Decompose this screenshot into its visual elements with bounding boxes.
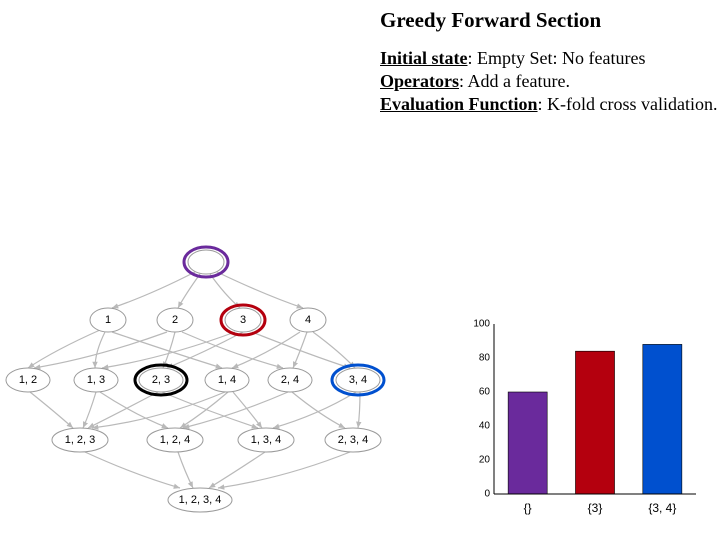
lattice-node-234: 2, 3, 4 bbox=[325, 428, 381, 452]
desc-eval-label: Evaluation Function bbox=[380, 94, 538, 114]
lattice-node-3: 3 bbox=[221, 305, 265, 335]
svg-text:2, 3: 2, 3 bbox=[152, 374, 170, 386]
lattice-diagram: 1 2 3 4 1, 2 1, 3 2, 3 1, 4 2, 4 3, 4 1,… bbox=[0, 240, 420, 520]
svg-text:{3}: {3} bbox=[588, 501, 603, 515]
svg-text:20: 20 bbox=[479, 455, 491, 466]
svg-text:3, 4: 3, 4 bbox=[349, 374, 367, 386]
page-title: Greedy Forward Section bbox=[380, 8, 720, 33]
svg-text:{}: {} bbox=[524, 501, 532, 515]
lattice-node-13: 1, 3 bbox=[74, 368, 118, 392]
lattice-node-4: 4 bbox=[290, 308, 326, 332]
svg-text:3: 3 bbox=[240, 314, 246, 326]
svg-text:100: 100 bbox=[473, 319, 490, 330]
description-block: Initial state: Empty Set: No features Op… bbox=[380, 47, 720, 116]
svg-text:1, 2, 3, 4: 1, 2, 3, 4 bbox=[179, 494, 222, 506]
lattice-node-2: 2 bbox=[157, 308, 193, 332]
lattice-node-23: 2, 3 bbox=[135, 365, 187, 395]
svg-text:4: 4 bbox=[305, 314, 311, 326]
lattice-node-root bbox=[184, 247, 228, 277]
desc-initial-value: : Empty Set: No features bbox=[468, 48, 646, 68]
lattice-node-123: 1, 2, 3 bbox=[52, 428, 108, 452]
svg-text:80: 80 bbox=[479, 353, 491, 364]
lattice-node-134: 1, 3, 4 bbox=[238, 428, 294, 452]
svg-text:2: 2 bbox=[172, 314, 178, 326]
svg-text:{3, 4}: {3, 4} bbox=[648, 501, 676, 515]
score-bar-chart: 0 20 40 60 80 100 {} {3} {3, 4} bbox=[462, 318, 702, 518]
desc-operators-value: : Add a feature. bbox=[459, 71, 570, 91]
svg-text:1, 3: 1, 3 bbox=[87, 374, 105, 386]
lattice-node-34: 3, 4 bbox=[332, 365, 384, 395]
lattice-node-1: 1 bbox=[90, 308, 126, 332]
svg-text:0: 0 bbox=[484, 489, 490, 500]
svg-text:40: 40 bbox=[479, 421, 491, 432]
svg-text:1, 2, 3: 1, 2, 3 bbox=[65, 434, 96, 446]
desc-eval-value: : K-fold cross validation. bbox=[538, 94, 718, 114]
svg-text:1, 4: 1, 4 bbox=[218, 374, 236, 386]
lattice-node-124: 1, 2, 4 bbox=[147, 428, 203, 452]
lattice-node-14: 1, 4 bbox=[205, 368, 249, 392]
svg-text:2, 4: 2, 4 bbox=[281, 374, 299, 386]
svg-text:1: 1 bbox=[105, 314, 111, 326]
svg-text:1, 2, 4: 1, 2, 4 bbox=[160, 434, 191, 446]
svg-text:1, 2: 1, 2 bbox=[19, 374, 37, 386]
svg-text:2, 3, 4: 2, 3, 4 bbox=[338, 434, 369, 446]
desc-initial-label: Initial state bbox=[380, 48, 468, 68]
lattice-node-24: 2, 4 bbox=[268, 368, 312, 392]
svg-text:60: 60 bbox=[479, 387, 491, 398]
desc-operators-label: Operators bbox=[380, 71, 459, 91]
svg-text:1, 3, 4: 1, 3, 4 bbox=[251, 434, 282, 446]
lattice-node-12: 1, 2 bbox=[6, 368, 50, 392]
lattice-node-1234: 1, 2, 3, 4 bbox=[168, 488, 232, 512]
